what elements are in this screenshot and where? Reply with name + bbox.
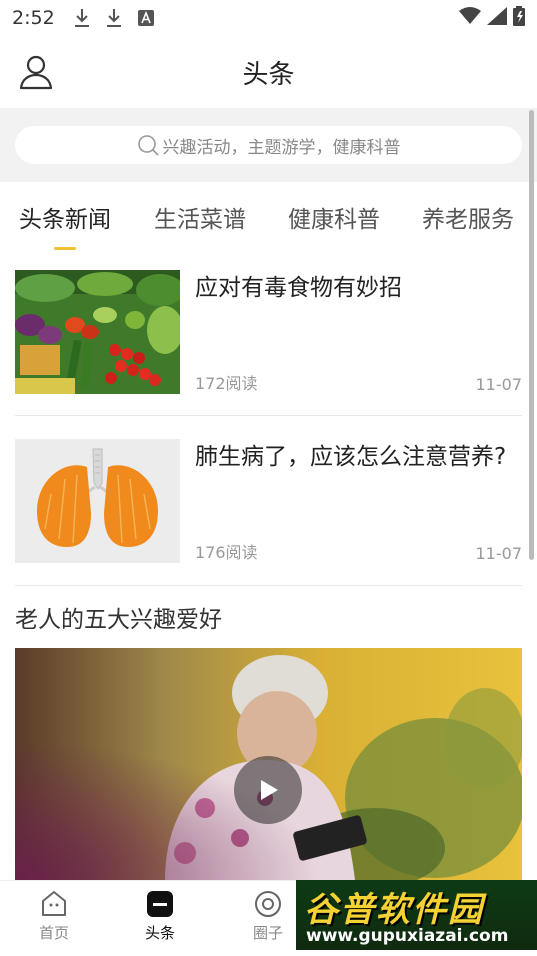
nav-circle[interactable]: 圈子 — [233, 889, 303, 943]
battery-icon — [513, 5, 525, 31]
tab-elderly-care[interactable]: 养老服务 — [422, 200, 514, 234]
search-input[interactable]: 兴趣活动，主题游学，健康科普 — [15, 126, 522, 164]
news-title: 肺生病了，应该怎么注意营养? — [195, 444, 507, 470]
read-count: 176阅读 — [195, 543, 258, 562]
search-section: 兴趣活动，主题游学，健康科普 — [0, 108, 537, 182]
tab-label: 生活菜谱 — [154, 207, 246, 233]
news-item[interactable]: 肺生病了，应该怎么注意营养? 176阅读 11-07 — [15, 439, 522, 563]
tab-label: 头条新闻 — [19, 207, 111, 233]
news-date: 11-07 — [475, 375, 523, 394]
user-profile-button[interactable] — [18, 54, 54, 90]
news-date: 11-07 — [475, 544, 523, 563]
video-article-title: 老人的五大兴趣爱好 — [15, 607, 222, 633]
home-icon — [42, 891, 66, 916]
nav-headlines[interactable]: 头条 — [125, 889, 195, 943]
wifi-icon — [459, 6, 481, 30]
status-bar: 2:52 — [0, 0, 537, 36]
orange-lungs-thumbnail — [15, 439, 180, 563]
news-title: 应对有毒食物有妙招 — [195, 275, 402, 301]
tab-label: 健康科普 — [288, 207, 380, 233]
active-tab-indicator — [54, 247, 76, 250]
watermark-brand: 谷普软件园 — [304, 890, 484, 930]
watermark-logo: 谷普软件园 www.gupuxiazai.com — [296, 880, 537, 950]
status-time: 2:52 — [12, 7, 55, 29]
page-title: 头条 — [242, 59, 295, 90]
category-tabs: 头条新闻 生活菜谱 健康科普 养老服务 — [0, 182, 537, 252]
vegetables-thumbnail — [15, 270, 180, 394]
top-header: 头条 — [0, 36, 537, 108]
app-notification-icon — [135, 7, 157, 29]
search-placeholder: 兴趣活动，主题游学，健康科普 — [162, 137, 401, 158]
news-icon — [147, 891, 173, 917]
play-icon — [261, 780, 278, 800]
watermark-url: www.gupuxiazai.com — [306, 926, 509, 946]
play-button[interactable] — [234, 756, 302, 824]
nav-label: 头条 — [144, 924, 175, 942]
search-icon — [137, 135, 159, 156]
circle-icon — [255, 891, 281, 917]
tab-label: 养老服务 — [422, 207, 514, 233]
signal-icon — [487, 6, 507, 30]
nav-label: 首页 — [38, 924, 69, 942]
tab-headline-news[interactable]: 头条新闻 — [19, 200, 111, 250]
download-icon — [71, 7, 93, 29]
user-icon — [19, 55, 53, 90]
nav-home[interactable]: 首页 — [19, 889, 89, 943]
video-thumbnail[interactable] — [15, 648, 522, 880]
download-icon — [103, 7, 125, 29]
divider — [15, 415, 522, 416]
divider — [15, 585, 522, 586]
tab-health-science[interactable]: 健康科普 — [288, 200, 380, 234]
tab-life-recipes[interactable]: 生活菜谱 — [154, 200, 246, 234]
news-item[interactable]: 应对有毒食物有妙招 172阅读 11-07 — [15, 270, 522, 394]
nav-label: 圈子 — [252, 924, 283, 942]
read-count: 172阅读 — [195, 374, 258, 393]
scrollbar[interactable] — [529, 110, 534, 560]
